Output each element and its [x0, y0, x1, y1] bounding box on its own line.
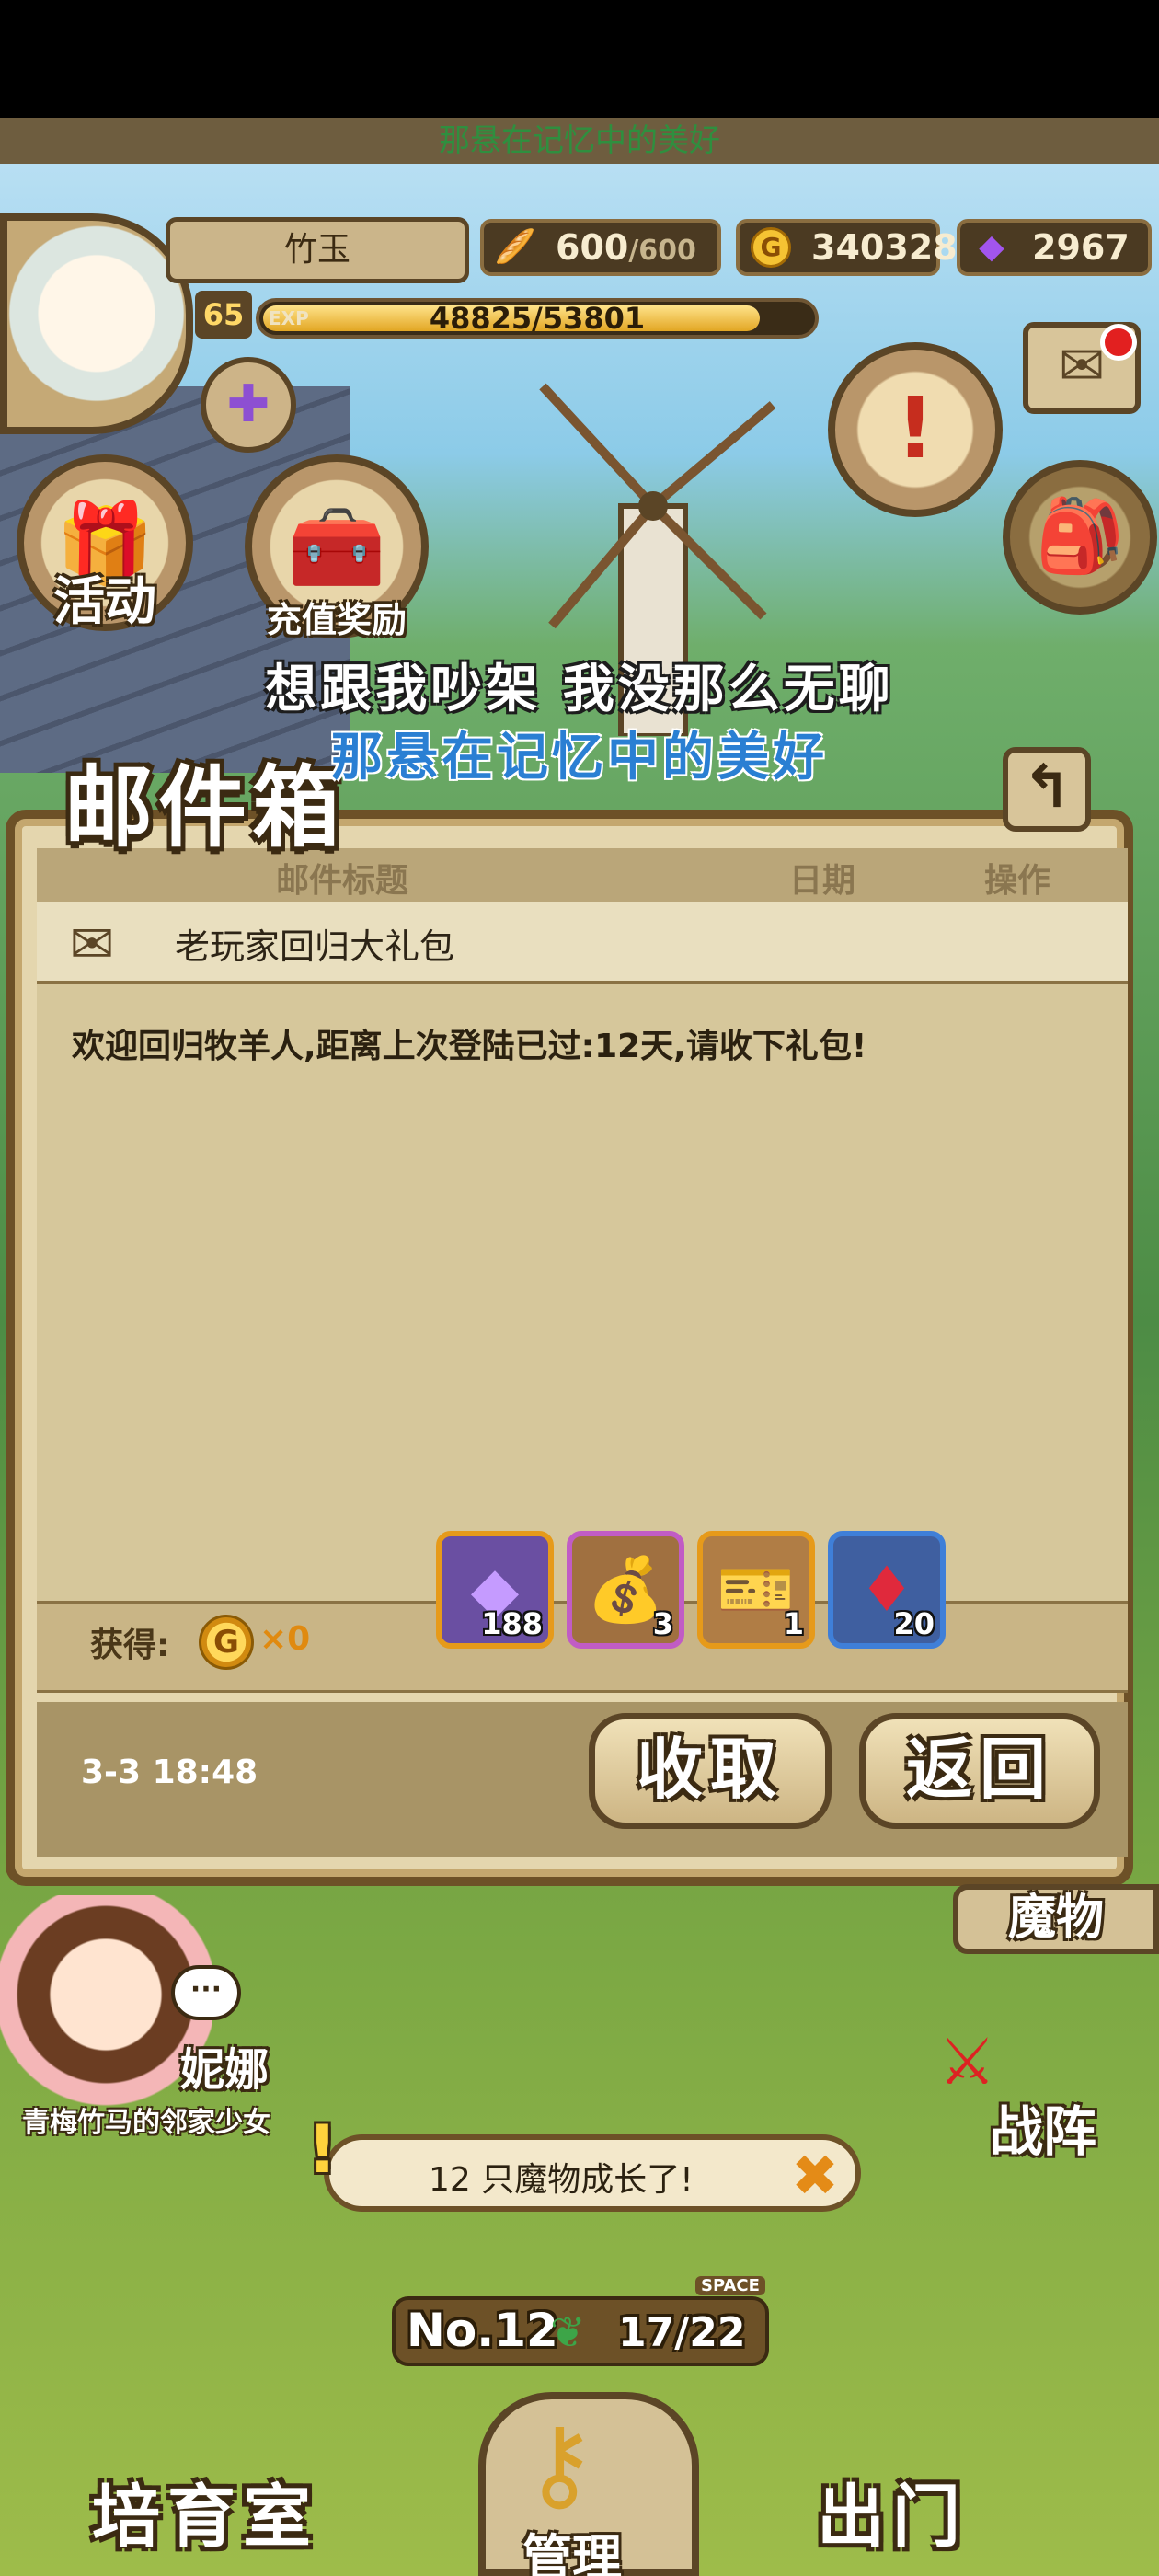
keys-icon: ⚷	[522, 2405, 597, 2523]
exp-value: 48825/53801	[429, 301, 646, 336]
gold-coin-icon: G	[199, 1615, 254, 1670]
recharge-reward-button[interactable]: 🧰 充值奖励	[245, 454, 429, 640]
npc-subtitle: 青梅竹马的邻家少女	[22, 2107, 270, 2139]
quest-scroll-button[interactable]: !	[828, 342, 1003, 517]
reward-item[interactable]: 🎫 1	[697, 1531, 815, 1649]
bread-icon: 🥖	[494, 228, 536, 266]
mail-subject-row: ✉ 老玩家回归大礼包	[37, 902, 1128, 984]
stamina-max: /600	[628, 235, 696, 267]
purple-gem-icon: ◆	[979, 228, 1004, 266]
reward-item[interactable]: ♦ 20	[828, 1531, 946, 1649]
gem-value: 2967	[1032, 227, 1130, 268]
pasture-number: No.12	[407, 2304, 558, 2357]
collect-button[interactable]: 收取	[589, 1713, 832, 1829]
backpack-icon: 🎒	[1035, 495, 1125, 578]
manage-button[interactable]: ⚷ 管理	[478, 2392, 699, 2576]
leaf-icon: ❦	[550, 2307, 586, 2357]
close-icon[interactable]: ✖	[791, 2142, 839, 2209]
gift-envelope-icon: ✉	[69, 913, 115, 975]
buy-gems-button[interactable]: ✚	[201, 357, 296, 453]
gold-counter[interactable]: G 340328	[736, 219, 958, 276]
reward-item[interactable]: 💰 3	[567, 1531, 684, 1649]
status-bar	[0, 0, 1159, 121]
mail-date: 3-3 18:48	[81, 1754, 258, 1791]
reward-item-qty: 1	[783, 1606, 804, 1641]
reward-item-qty: 20	[893, 1606, 935, 1641]
scroll-icon: !	[896, 379, 935, 477]
reward-item[interactable]: ◆ 188	[436, 1531, 554, 1649]
envelope-icon: ✉	[1058, 334, 1106, 398]
reward-label: 获得:	[90, 1627, 170, 1664]
monster-capacity: No.12 ❦ 17/22 SPACE	[392, 2276, 769, 2366]
events-button[interactable]: 🎁 活动	[17, 454, 193, 632]
notification-dot	[1100, 324, 1137, 361]
lyric-overlay-line2: 那悬在记忆中的美好	[331, 727, 828, 788]
gold-value: 340328	[811, 227, 958, 268]
stamina-counter[interactable]: 🥖 600/600	[480, 219, 721, 276]
player-name: 竹玉	[166, 217, 469, 283]
nursery-button[interactable]: 培育室	[92, 2462, 318, 2560]
gem-plus-icon: ✚	[226, 374, 270, 434]
stamina-current: 600	[556, 227, 629, 268]
crossed-swords-icon: ⚔	[938, 2024, 996, 2099]
manage-label: 管理	[522, 2529, 622, 2576]
lyric-overlay-line1: 想跟我吵架 我没那么无聊	[265, 659, 894, 719]
reward-item-qty: 3	[652, 1606, 673, 1641]
alert-icon: !	[307, 2110, 338, 2188]
lyric-overlay-top: 那悬在记忆中的美好	[0, 118, 1159, 164]
reward-gold-count: ×0	[259, 1620, 311, 1658]
notification-text: 12 只魔物成长了!	[429, 2161, 694, 2199]
reward-item-qty: 188	[481, 1606, 543, 1641]
battle-label: 战阵	[990, 2100, 1097, 2163]
exp-bar: EXP 48825/53801	[256, 298, 819, 339]
mail-body: 欢迎回归牧羊人,距离上次登陆已过:12天,请收下礼包!	[37, 984, 1128, 1601]
gem-counter[interactable]: ◆ 2967	[957, 219, 1152, 276]
backpack-button[interactable]: 🎒	[1003, 460, 1157, 615]
player-avatar[interactable]	[0, 213, 193, 434]
recharge-label: 充值奖励	[266, 600, 407, 640]
monsters-button[interactable]: 魔物	[953, 1884, 1159, 1954]
growth-notification: ! 12 只魔物成长了! ✖	[307, 2110, 861, 2212]
return-button[interactable]: 返回	[859, 1713, 1100, 1829]
go-out-button[interactable]: 出门	[817, 2462, 968, 2560]
mail-body-text: 欢迎回归牧羊人,距离上次登陆已过:12天,请收下礼包!	[72, 1028, 867, 1065]
space-label: SPACE	[695, 2276, 765, 2295]
mail-subject: 老玩家回归大礼包	[175, 926, 455, 967]
column-date: 日期	[789, 862, 856, 900]
player-level: 65	[195, 291, 252, 339]
speech-bubble-icon[interactable]: ···	[171, 1965, 241, 2020]
events-label: 活动	[53, 572, 156, 632]
gold-coin-icon: G	[747, 226, 795, 269]
battle-formation-button[interactable]: ⚔ 战阵	[938, 2024, 1159, 2163]
column-action: 操作	[984, 862, 1051, 900]
npc-name: 妮娜	[180, 2044, 270, 2096]
capacity-value: 17/22	[618, 2309, 746, 2356]
